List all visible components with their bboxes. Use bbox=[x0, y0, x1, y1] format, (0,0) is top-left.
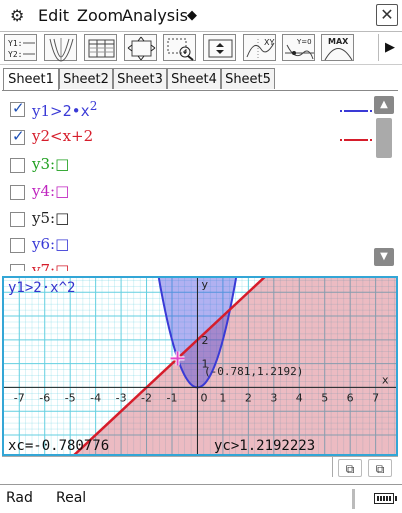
tool-y1-label: Y1: bbox=[8, 39, 22, 48]
tab-sheet3[interactable]: Sheet3 bbox=[113, 68, 167, 89]
equation-y6[interactable]: y6:□ bbox=[32, 235, 69, 253]
tool-y0-label: Y=0 bbox=[296, 38, 312, 46]
y1-y2-select-icon[interactable]: Y1: Y2: bbox=[4, 34, 37, 61]
x-tick-label: 5 bbox=[321, 391, 328, 404]
scroll-down-icon[interactable]: ▼ bbox=[374, 248, 394, 266]
graph-canvas[interactable]: -7 -6 -5 -4 -3 -2 -1 1 2 3 4 5 6 7021yx bbox=[4, 278, 396, 454]
tab-sheet2[interactable]: Sheet2 bbox=[59, 68, 113, 89]
scroll-thumb[interactable] bbox=[376, 118, 392, 158]
x-tick-label: 3 bbox=[270, 391, 277, 404]
gear-icon[interactable]: ⚙ bbox=[10, 6, 24, 25]
graph-list-icon[interactable] bbox=[44, 34, 77, 62]
toolbar-scroll-right-icon[interactable]: ▶ bbox=[378, 34, 401, 61]
equation-y1-exponent: 2 bbox=[89, 99, 98, 113]
equation-y1-lhs: y1> bbox=[32, 102, 63, 120]
menu-zoom[interactable]: Zoom bbox=[77, 6, 123, 25]
trace-point-label: (-0.781,1.2192) bbox=[204, 365, 304, 378]
x-tick-label: 1 bbox=[219, 391, 226, 404]
equation-row-y6[interactable]: y6:□ bbox=[8, 233, 368, 259]
x-tick-label: 0 bbox=[200, 391, 207, 404]
status-bar: Rad Real bbox=[0, 484, 402, 513]
x-tick-label: -3 bbox=[116, 391, 127, 404]
toolbar: Y1: Y2: XY Y=0 MAX ▶ bbox=[0, 32, 402, 65]
checkbox-y3[interactable] bbox=[10, 158, 25, 173]
x-tick-label: -4 bbox=[90, 391, 101, 404]
tool-xy-label: XY bbox=[264, 38, 274, 47]
zoom-in-out-icon[interactable] bbox=[203, 34, 236, 61]
x-tick-label: 6 bbox=[347, 391, 354, 404]
checkbox-y5[interactable] bbox=[10, 212, 25, 227]
equation-scrollbar[interactable]: ▲ ▼ bbox=[374, 96, 394, 268]
zoom-fit-icon[interactable] bbox=[124, 34, 157, 61]
menu-edit[interactable]: Edit bbox=[38, 6, 69, 25]
x-tick-label: -2 bbox=[141, 391, 152, 404]
menu-bar: ⚙ Edit Zoom Analysis ◆ ✕ bbox=[0, 0, 402, 32]
angle-mode[interactable]: Rad bbox=[6, 490, 33, 506]
close-icon[interactable]: ✕ bbox=[376, 4, 398, 26]
tab-sheet1[interactable]: Sheet1 bbox=[3, 68, 59, 91]
equation-row-y1[interactable]: y1>2•x2 bbox=[8, 97, 368, 123]
tool-max-label: MAX bbox=[328, 37, 349, 46]
legend-y1-icon bbox=[340, 110, 372, 112]
equation-y7[interactable]: y7:□ bbox=[32, 261, 69, 271]
equation-y5[interactable]: y5:□ bbox=[32, 209, 69, 227]
x-tick-label: -1 bbox=[167, 391, 178, 404]
zoom-box-icon[interactable] bbox=[163, 34, 196, 61]
checkbox-y6[interactable] bbox=[10, 238, 25, 253]
y-tick-label: 2 bbox=[201, 334, 208, 347]
equation-list: y1>2•x2 y2<x+2 y3:□ y4:□ y5:□ y6:□ y7:□ bbox=[2, 90, 398, 271]
table-icon[interactable] bbox=[84, 34, 117, 61]
tab-sheet5[interactable]: Sheet5 bbox=[221, 68, 275, 89]
paste-icon[interactable]: ⧉ bbox=[368, 459, 392, 477]
checkbox-y1[interactable] bbox=[10, 99, 25, 117]
checkbox-y2[interactable] bbox=[10, 127, 25, 145]
x-tick-label: -7 bbox=[14, 391, 25, 404]
equation-row-y7[interactable]: y7:□ bbox=[8, 259, 368, 271]
menu-analysis[interactable]: Analysis bbox=[122, 6, 188, 25]
number-mode[interactable]: Real bbox=[56, 490, 86, 506]
menu-dropdown-icon[interactable]: ◆ bbox=[187, 8, 197, 23]
copy-icon[interactable]: ⧉ bbox=[338, 459, 362, 477]
equation-y4[interactable]: y4:□ bbox=[32, 182, 69, 200]
equation-y3[interactable]: y3:□ bbox=[32, 155, 69, 173]
x-tick-label: 2 bbox=[245, 391, 252, 404]
equation-y2[interactable]: y2<x+2 bbox=[32, 127, 93, 145]
equation-row-y5[interactable]: y5:□ bbox=[8, 207, 368, 233]
x-tick-label: -6 bbox=[39, 391, 50, 404]
equation-row-y2[interactable]: y2<x+2 bbox=[8, 125, 368, 151]
equation-y1-rhs: 2•x bbox=[62, 102, 90, 120]
equation-row-y3[interactable]: y3:□ bbox=[8, 153, 368, 179]
max-icon[interactable]: MAX bbox=[321, 34, 354, 61]
equation-y1[interactable]: y1>2•x2 bbox=[32, 99, 97, 120]
status-divider bbox=[352, 489, 355, 509]
root-y0-icon[interactable]: Y=0 bbox=[282, 34, 315, 61]
tab-sheet4[interactable]: Sheet4 bbox=[167, 68, 221, 89]
input-bar: ⧉ ⧉ bbox=[2, 456, 398, 479]
y-axis-label: y bbox=[201, 278, 208, 291]
equation-row-y4[interactable]: y4:□ bbox=[8, 180, 368, 206]
scroll-up-icon[interactable]: ▲ bbox=[374, 96, 394, 114]
x-axis-label: x bbox=[382, 373, 389, 386]
yc-readout: yc>1.2192223 bbox=[214, 438, 316, 454]
checkbox-y4[interactable] bbox=[10, 185, 25, 200]
tool-y2-label: Y2: bbox=[8, 50, 22, 59]
trace-xy-icon[interactable]: XY bbox=[243, 34, 276, 61]
x-tick-label: -5 bbox=[65, 391, 76, 404]
graph-window[interactable]: -7 -6 -5 -4 -3 -2 -1 1 2 3 4 5 6 7 0 2 1 y x y1>2·x^2 (-0.… bbox=[2, 276, 398, 456]
input-field[interactable] bbox=[2, 457, 333, 477]
checkbox-y7[interactable] bbox=[10, 264, 25, 271]
xc-readout: xc=-0.780776 bbox=[8, 438, 110, 454]
x-tick-label: 7 bbox=[372, 391, 379, 404]
legend-y2-icon bbox=[340, 139, 372, 141]
x-tick-label: 4 bbox=[296, 391, 303, 404]
battery-icon bbox=[374, 493, 397, 504]
graph-title: y1>2·x^2 bbox=[8, 280, 76, 296]
